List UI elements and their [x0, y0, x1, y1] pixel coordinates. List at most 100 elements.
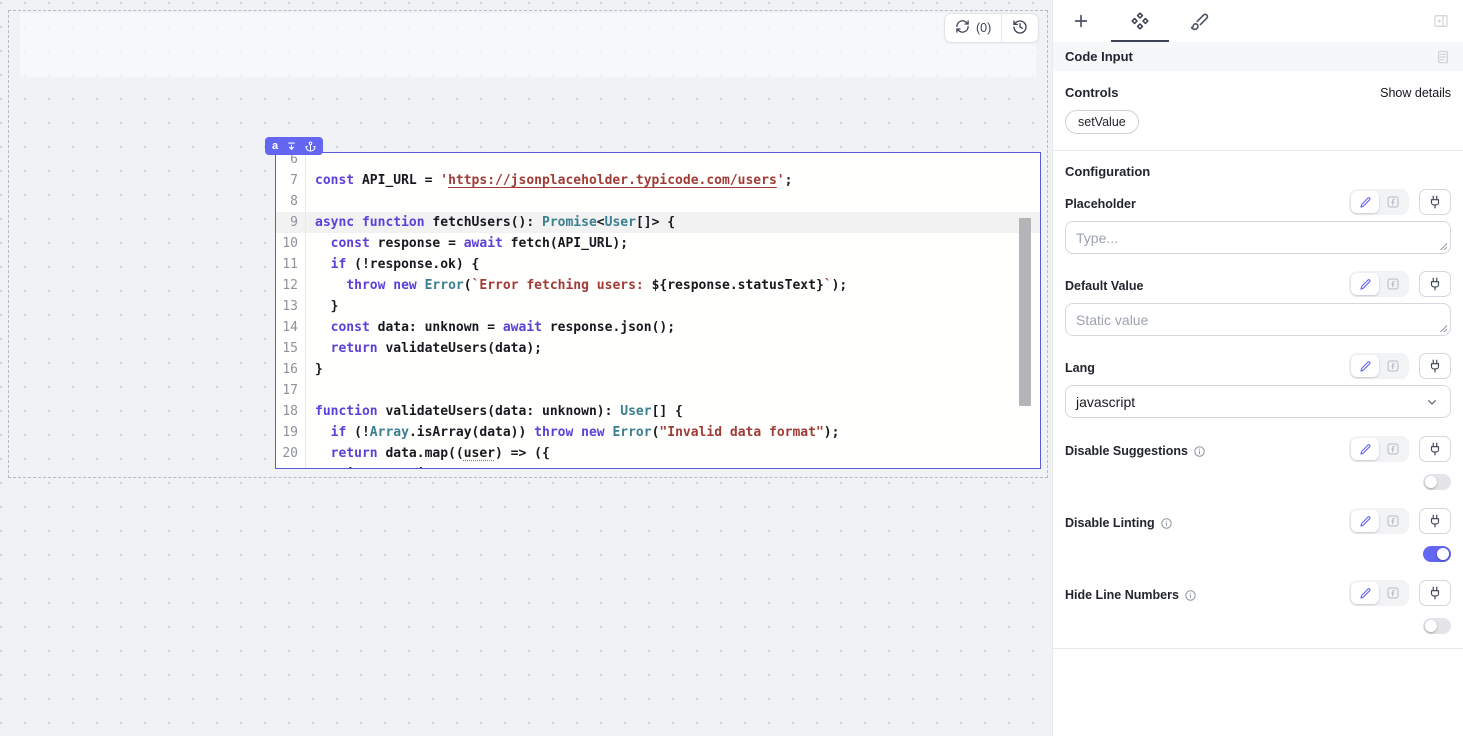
input-mode-segmented [1349, 508, 1409, 534]
code-line[interactable]: 6 [276, 152, 1040, 170]
static-mode-button[interactable] [1351, 438, 1379, 460]
history-button[interactable] [1002, 14, 1038, 42]
code-line[interactable]: 10 const response = await fetch(API_URL)… [276, 233, 1040, 254]
line-number: 9 [276, 212, 306, 233]
code-line[interactable]: 20 return data.map((user) => ({ [276, 443, 1040, 464]
code-input-widget[interactable]: 67const API_URL = 'https://jsonplacehold… [275, 152, 1041, 469]
tab-insert-component[interactable] [1069, 9, 1093, 33]
connect-input-button[interactable] [1419, 508, 1451, 534]
code-line[interactable]: 8 [276, 191, 1040, 212]
input-mode-segmented [1349, 271, 1409, 297]
docs-icon[interactable] [1435, 49, 1451, 65]
prop-placeholder: Placeholder Type... [1065, 189, 1451, 254]
static-mode-button[interactable] [1351, 510, 1379, 532]
lang-selected-value: javascript [1076, 394, 1135, 410]
code-editor-lines[interactable]: 67const API_URL = 'https://jsonplacehold… [276, 152, 1040, 469]
prop-label-lang: Lang [1065, 361, 1095, 379]
lang-select[interactable]: javascript [1065, 385, 1451, 418]
code-line[interactable]: 17 [276, 380, 1040, 401]
line-number: 16 [276, 359, 306, 380]
code-line[interactable]: 9async function fetchUsers(): Promise<Us… [276, 212, 1040, 233]
recompute-button[interactable]: (0) [945, 14, 1001, 42]
setvalue-method-button[interactable]: setValue [1065, 110, 1139, 134]
placeholder-input[interactable]: Type... [1065, 221, 1451, 254]
code-line[interactable]: 13 } [276, 296, 1040, 317]
tab-styling[interactable] [1187, 9, 1211, 33]
connect-input-button[interactable] [1419, 580, 1451, 606]
eval-mode-button[interactable] [1379, 510, 1407, 532]
show-details-link[interactable]: Show details [1380, 86, 1451, 100]
active-tab-underline [1111, 40, 1169, 42]
static-mode-button[interactable] [1351, 355, 1379, 377]
prop-label-hide-line-numbers: Hide Line Numbers [1065, 588, 1197, 606]
expand-down-icon[interactable] [286, 141, 297, 152]
selected-component-title: Code Input [1065, 49, 1133, 64]
line-number: 8 [276, 191, 306, 212]
hide-line-numbers-toggle[interactable] [1423, 618, 1451, 634]
controls-heading: Controls [1065, 85, 1118, 100]
code-line[interactable]: 16} [276, 359, 1040, 380]
prop-label-disable-linting: Disable Linting [1065, 516, 1173, 534]
line-number: 10 [276, 233, 306, 254]
code-line[interactable]: 11 if (!response.ok) { [276, 254, 1040, 275]
code-line[interactable]: 7const API_URL = 'https://jsonplaceholde… [276, 170, 1040, 191]
eval-mode-button[interactable] [1379, 191, 1407, 213]
static-mode-button[interactable] [1351, 273, 1379, 295]
code-line[interactable]: 18function validateUsers(data: unknown):… [276, 401, 1040, 422]
code-line[interactable]: 12 throw new Error(`Error fetching users… [276, 275, 1040, 296]
prop-lang: Lang javascript [1065, 353, 1451, 418]
line-number: 15 [276, 338, 306, 359]
code-line[interactable]: 15 return validateUsers(data); [276, 338, 1040, 359]
eval-mode-button[interactable] [1379, 438, 1407, 460]
refresh-count: (0) [976, 21, 991, 35]
eval-mode-button[interactable] [1379, 582, 1407, 604]
static-mode-button[interactable] [1351, 582, 1379, 604]
line-number: 19 [276, 422, 306, 443]
prop-hide-line-numbers: Hide Line Numbers [1065, 580, 1451, 634]
input-mode-segmented [1349, 353, 1409, 379]
line-number: 21 [276, 464, 306, 469]
eval-mode-button[interactable] [1379, 355, 1407, 377]
empty-component-slot[interactable] [20, 13, 1036, 77]
editor-scrollbar[interactable] [1019, 218, 1031, 406]
info-icon[interactable] [1193, 445, 1206, 458]
connect-input-button[interactable] [1419, 189, 1451, 215]
prop-label-placeholder: Placeholder [1065, 197, 1136, 215]
default-value-input[interactable]: Static value [1065, 303, 1451, 336]
configuration-heading: Configuration [1065, 164, 1150, 179]
refresh-icon [955, 19, 970, 37]
code-line[interactable]: 21 id: user.id, [276, 464, 1040, 469]
info-icon[interactable] [1160, 517, 1173, 530]
info-icon[interactable] [1184, 589, 1197, 602]
prop-disable-linting: Disable Linting [1065, 508, 1451, 562]
connect-input-button[interactable] [1419, 436, 1451, 462]
resize-handle[interactable] [1439, 324, 1447, 332]
input-mode-segmented [1349, 189, 1409, 215]
section-divider [1053, 648, 1463, 649]
properties-panel: Code Input Controls Show details setValu… [1052, 0, 1463, 736]
tab-component-settings[interactable] [1128, 9, 1152, 33]
line-number: 13 [276, 296, 306, 317]
connect-input-button[interactable] [1419, 353, 1451, 379]
code-line[interactable]: 19 if (!Array.isArray(data)) throw new E… [276, 422, 1040, 443]
eval-mode-button[interactable] [1379, 273, 1407, 295]
collapse-panel-button[interactable] [1433, 13, 1449, 29]
prop-default-value: Default Value Static value [1065, 271, 1451, 336]
anchor-icon[interactable] [305, 141, 316, 152]
canvas-action-bar: (0) [944, 13, 1039, 43]
code-line[interactable]: 14 const data: unknown = await response.… [276, 317, 1040, 338]
disable-suggestions-toggle[interactable] [1423, 474, 1451, 490]
line-number: 17 [276, 380, 306, 401]
prop-disable-suggestions: Disable Suggestions [1065, 436, 1451, 490]
component-header: Code Input [1053, 42, 1463, 71]
line-number: 7 [276, 170, 306, 191]
app-canvas[interactable]: (0) a 67const API_URL = 'https://jsonpla… [0, 0, 1052, 736]
resize-handle[interactable] [1439, 242, 1447, 250]
disable-linting-toggle[interactable] [1423, 546, 1451, 562]
section-divider [1053, 150, 1463, 151]
widget-id-badge[interactable]: a [265, 137, 323, 155]
prop-label-disable-suggestions: Disable Suggestions [1065, 444, 1206, 462]
connect-input-button[interactable] [1419, 271, 1451, 297]
line-number: 14 [276, 317, 306, 338]
static-mode-button[interactable] [1351, 191, 1379, 213]
